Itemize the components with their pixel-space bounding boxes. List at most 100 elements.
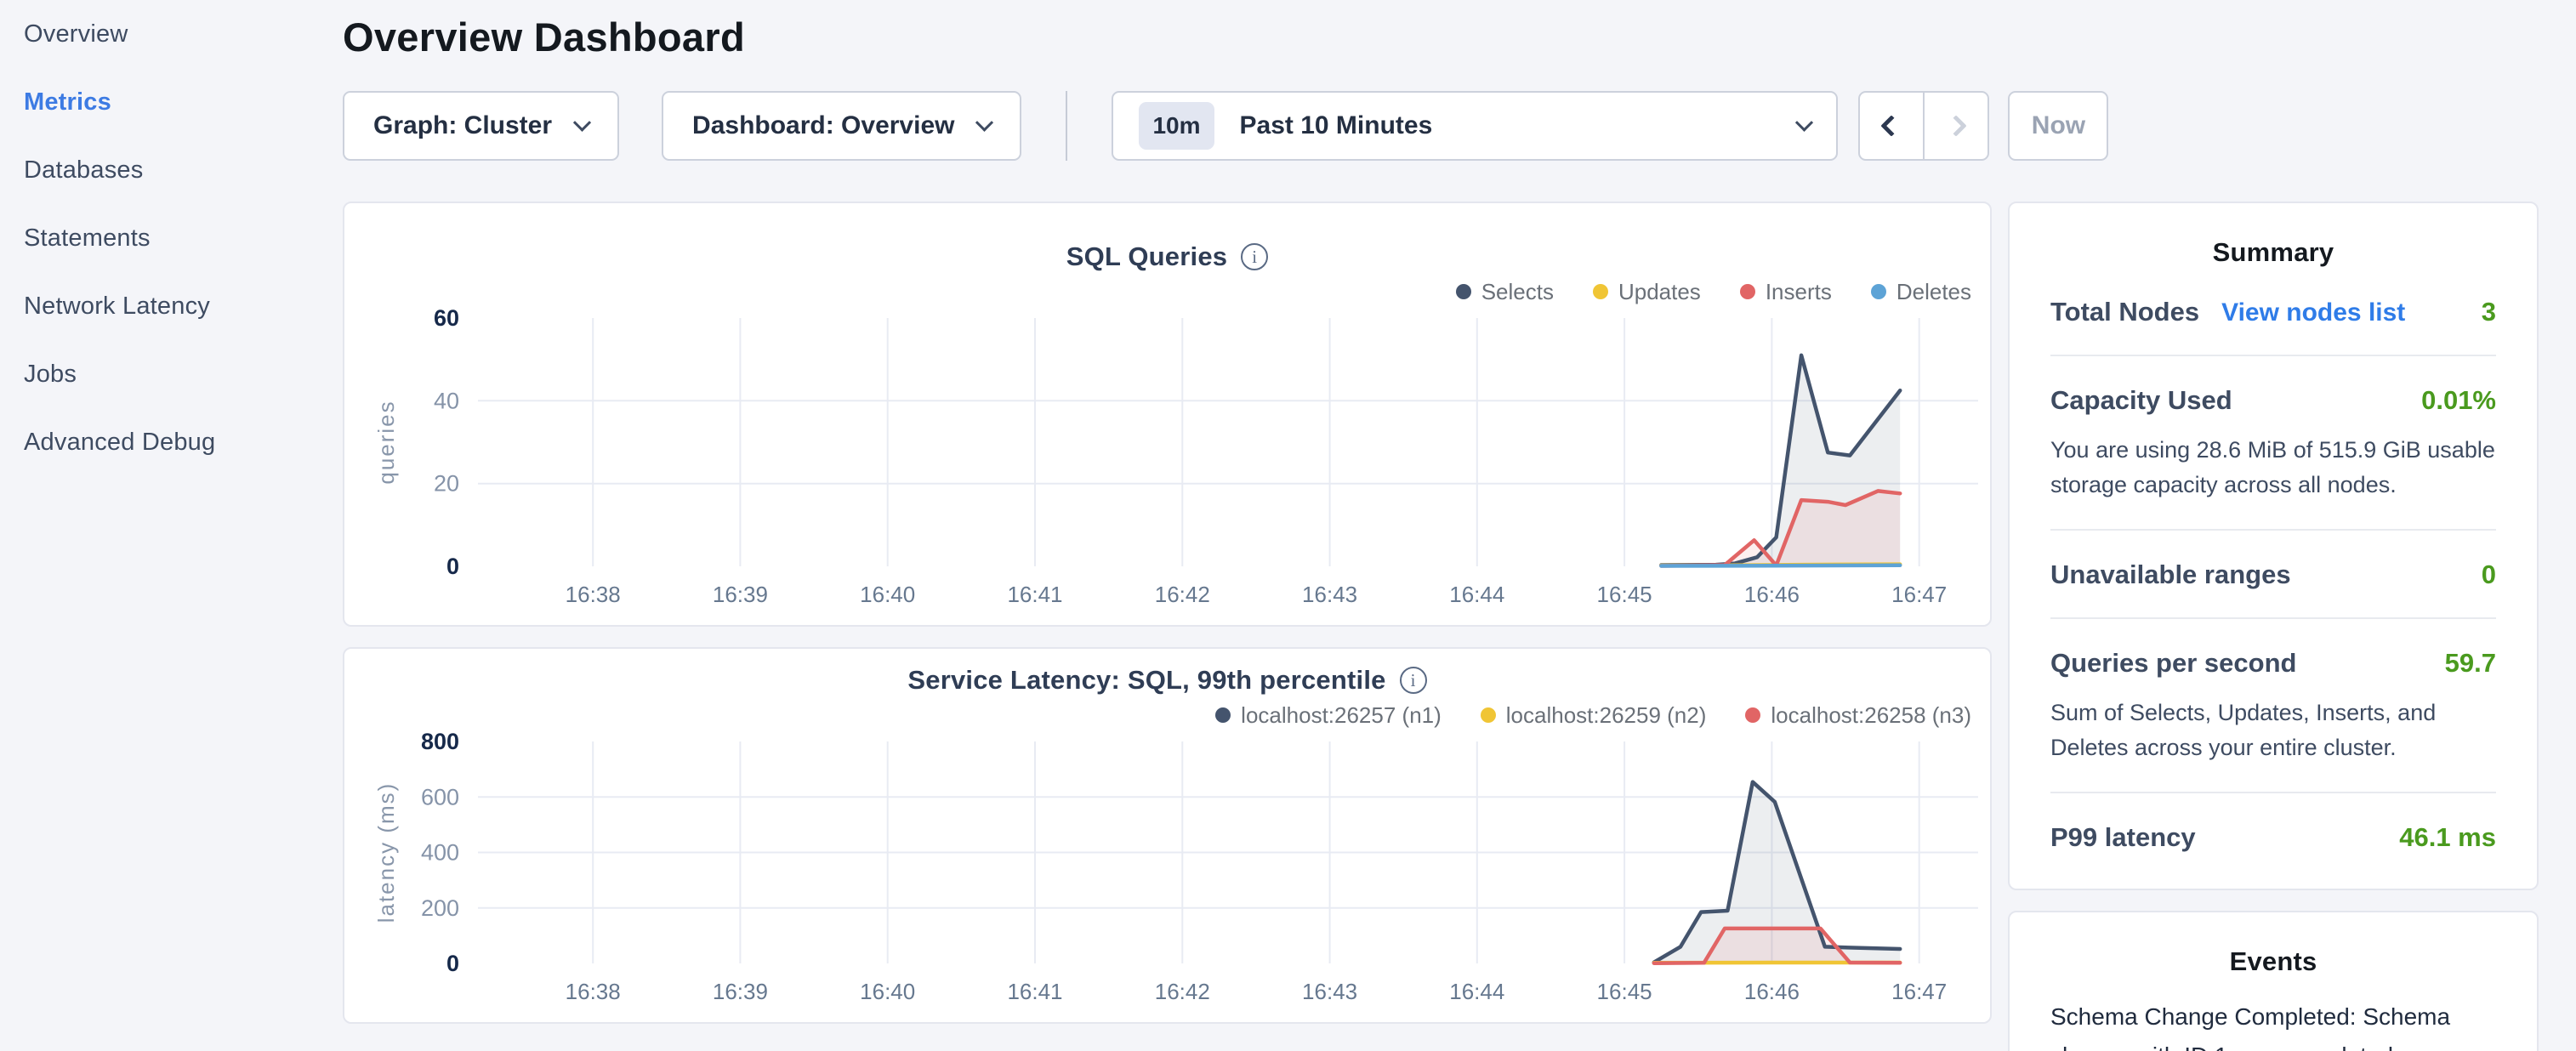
capacity-used-value: 0.01% xyxy=(2421,385,2496,416)
chart-legend: localhost:26257 (n1) localhost:26259 (n2)… xyxy=(344,698,1990,734)
chart-svg: 16:3816:3916:4016:4116:4216:4316:4416:45… xyxy=(344,310,1990,621)
service-latency-plot: 16:38 16:39 16:40 16:41 16:42 16:43 16:44 16:45… xyxy=(344,733,1990,1022)
svg-text:800: 800 xyxy=(421,733,459,754)
service-latency-chart-panel: Service Latency: SQL, 99th percentile i … xyxy=(343,647,1992,1024)
svg-text:queries: queries xyxy=(373,400,399,484)
chart-legend: SelectsUpdatesInsertsDeletes xyxy=(344,275,1990,310)
svg-text:16:43: 16:43 xyxy=(1302,979,1357,1004)
content-row: SQL Queries i SelectsUpdatesInsertsDelet… xyxy=(343,202,2539,1051)
svg-text:16:47: 16:47 xyxy=(1891,582,1947,607)
chevron-down-icon xyxy=(1795,113,1813,131)
dashboard-controls: Graph: Cluster Dashboard: Overview 10m P… xyxy=(343,91,2539,161)
right-column: Summary Total Nodes View nodes list 3 Ca… xyxy=(2008,202,2539,1051)
sidebar-item-jobs[interactable]: Jobs xyxy=(0,340,343,408)
series-dot-icon xyxy=(1740,284,1755,299)
svg-text:16:46: 16:46 xyxy=(1744,582,1800,607)
svg-text:16:38: 16:38 xyxy=(566,979,621,1004)
controls-divider xyxy=(1066,91,1067,161)
series-dot-icon xyxy=(1215,707,1231,723)
time-back-button[interactable] xyxy=(1858,91,1925,161)
series-dot-icon xyxy=(1456,284,1471,299)
svg-text:16:43: 16:43 xyxy=(1302,582,1357,607)
svg-text:16:47: 16:47 xyxy=(1891,979,1947,1004)
svg-text:600: 600 xyxy=(421,784,459,810)
unavailable-ranges-value: 0 xyxy=(2482,560,2496,590)
svg-text:40: 40 xyxy=(434,388,459,413)
p99-latency-label: P99 latency xyxy=(2050,822,2196,853)
svg-text:16:45: 16:45 xyxy=(1597,582,1652,607)
spacer xyxy=(619,91,662,161)
capacity-used-label: Capacity Used xyxy=(2050,385,2232,416)
main-content: Overview Dashboard Graph: Cluster Dashbo… xyxy=(343,0,2576,1051)
dashboard-dropdown[interactable]: Dashboard: Overview xyxy=(662,91,1021,161)
chevron-right-icon xyxy=(1946,115,1967,136)
summary-row-p99: P99 latency 46.1 ms xyxy=(2050,793,2496,853)
time-range-dropdown[interactable]: 10m Past 10 Minutes xyxy=(1112,91,1838,161)
time-range-badge: 10m xyxy=(1139,102,1214,150)
summary-row-capacity: Capacity Used 0.01% You are using 28.6 M… xyxy=(2050,356,2496,502)
chart-svg: 16:38 16:39 16:40 16:41 16:42 16:43 16:44 16:45… xyxy=(344,733,1990,1018)
total-nodes-value: 3 xyxy=(2482,297,2496,327)
svg-text:16:41: 16:41 xyxy=(1007,979,1062,1004)
charts-column: SQL Queries i SelectsUpdatesInsertsDelet… xyxy=(343,202,1992,1024)
svg-text:16:39: 16:39 xyxy=(713,979,768,1004)
chart-title-row: SQL Queries i xyxy=(344,239,1990,275)
chevron-down-icon xyxy=(975,113,993,131)
event-list-item[interactable]: Schema Change Completed: Schema change w… xyxy=(2050,997,2496,1051)
sidebar-item-databases[interactable]: Databases xyxy=(0,136,343,204)
legend-item: Updates xyxy=(1593,279,1701,305)
unavailable-ranges-label: Unavailable ranges xyxy=(2050,560,2291,590)
svg-text:16:45: 16:45 xyxy=(1597,979,1652,1004)
sidebar-item-statements[interactable]: Statements xyxy=(0,204,343,272)
time-forward-button[interactable] xyxy=(1923,91,1989,161)
qps-label: Queries per second xyxy=(2050,648,2296,679)
svg-text:20: 20 xyxy=(434,471,459,497)
svg-text:16:40: 16:40 xyxy=(860,582,915,607)
dashboard-label: Dashboard: Overview xyxy=(692,111,954,140)
total-nodes-label: Total Nodes xyxy=(2050,297,2199,327)
svg-text:latency (ms): latency (ms) xyxy=(373,782,399,923)
sidebar-item-network-latency[interactable]: Network Latency xyxy=(0,272,343,340)
events-panel: Events Schema Change Completed: Schema c… xyxy=(2008,911,2539,1051)
p99-latency-value: 46.1 ms xyxy=(2399,822,2496,853)
summary-panel: Summary Total Nodes View nodes list 3 Ca… xyxy=(2008,202,2539,890)
svg-text:16:41: 16:41 xyxy=(1007,582,1062,607)
info-icon[interactable]: i xyxy=(1400,667,1427,694)
series-dot-icon xyxy=(1745,707,1760,723)
svg-text:16:40: 16:40 xyxy=(860,979,915,1004)
capacity-used-description: You are using 28.6 MiB of 515.9 GiB usab… xyxy=(2050,433,2496,502)
svg-text:16:42: 16:42 xyxy=(1155,582,1210,607)
series-dot-icon xyxy=(1593,284,1608,299)
svg-text:16:46: 16:46 xyxy=(1744,979,1800,1004)
time-pager xyxy=(1858,91,1989,161)
sql-queries-chart-panel: SQL Queries i SelectsUpdatesInsertsDelet… xyxy=(343,202,1992,627)
legend-item: localhost:26258 (n3) xyxy=(1745,702,1971,729)
legend-item: localhost:26259 (n2) xyxy=(1481,702,1707,729)
summary-title: Summary xyxy=(2050,237,2496,268)
svg-text:60: 60 xyxy=(434,310,459,331)
view-nodes-list-link[interactable]: View nodes list xyxy=(2221,298,2405,327)
graph-scope-dropdown[interactable]: Graph: Cluster xyxy=(343,91,619,161)
graph-scope-label: Graph: Cluster xyxy=(373,111,552,140)
sidebar-item-overview[interactable]: Overview xyxy=(0,0,343,68)
sidebar-item-metrics[interactable]: Metrics xyxy=(0,68,343,136)
chart-title: SQL Queries xyxy=(1066,241,1227,272)
time-range-label: Past 10 Minutes xyxy=(1240,111,1773,140)
svg-text:16:42: 16:42 xyxy=(1155,979,1210,1004)
qps-description: Sum of Selects, Updates, Inserts, and De… xyxy=(2050,696,2496,764)
page-title: Overview Dashboard xyxy=(343,14,2539,60)
legend-item: Selects xyxy=(1456,279,1554,305)
qps-value: 59.7 xyxy=(2445,648,2496,679)
info-icon[interactable]: i xyxy=(1241,243,1268,270)
now-button[interactable]: Now xyxy=(2008,91,2108,161)
event-message: Schema Change Completed: Schema change w… xyxy=(2050,997,2496,1051)
svg-text:400: 400 xyxy=(421,840,459,866)
svg-text:16:44: 16:44 xyxy=(1449,979,1504,1004)
sql-queries-plot: 16:3816:3916:4016:4116:4216:4316:4416:45… xyxy=(344,310,1990,625)
series-dot-icon xyxy=(1871,284,1886,299)
summary-row-total-nodes: Total Nodes View nodes list 3 xyxy=(2050,268,2496,327)
sidebar-item-advanced-debug[interactable]: Advanced Debug xyxy=(0,408,343,476)
legend-item: localhost:26257 (n1) xyxy=(1215,702,1442,729)
metrics-page: Overview Metrics Databases Statements Ne… xyxy=(0,0,2576,1051)
chevron-left-icon xyxy=(1881,115,1902,136)
